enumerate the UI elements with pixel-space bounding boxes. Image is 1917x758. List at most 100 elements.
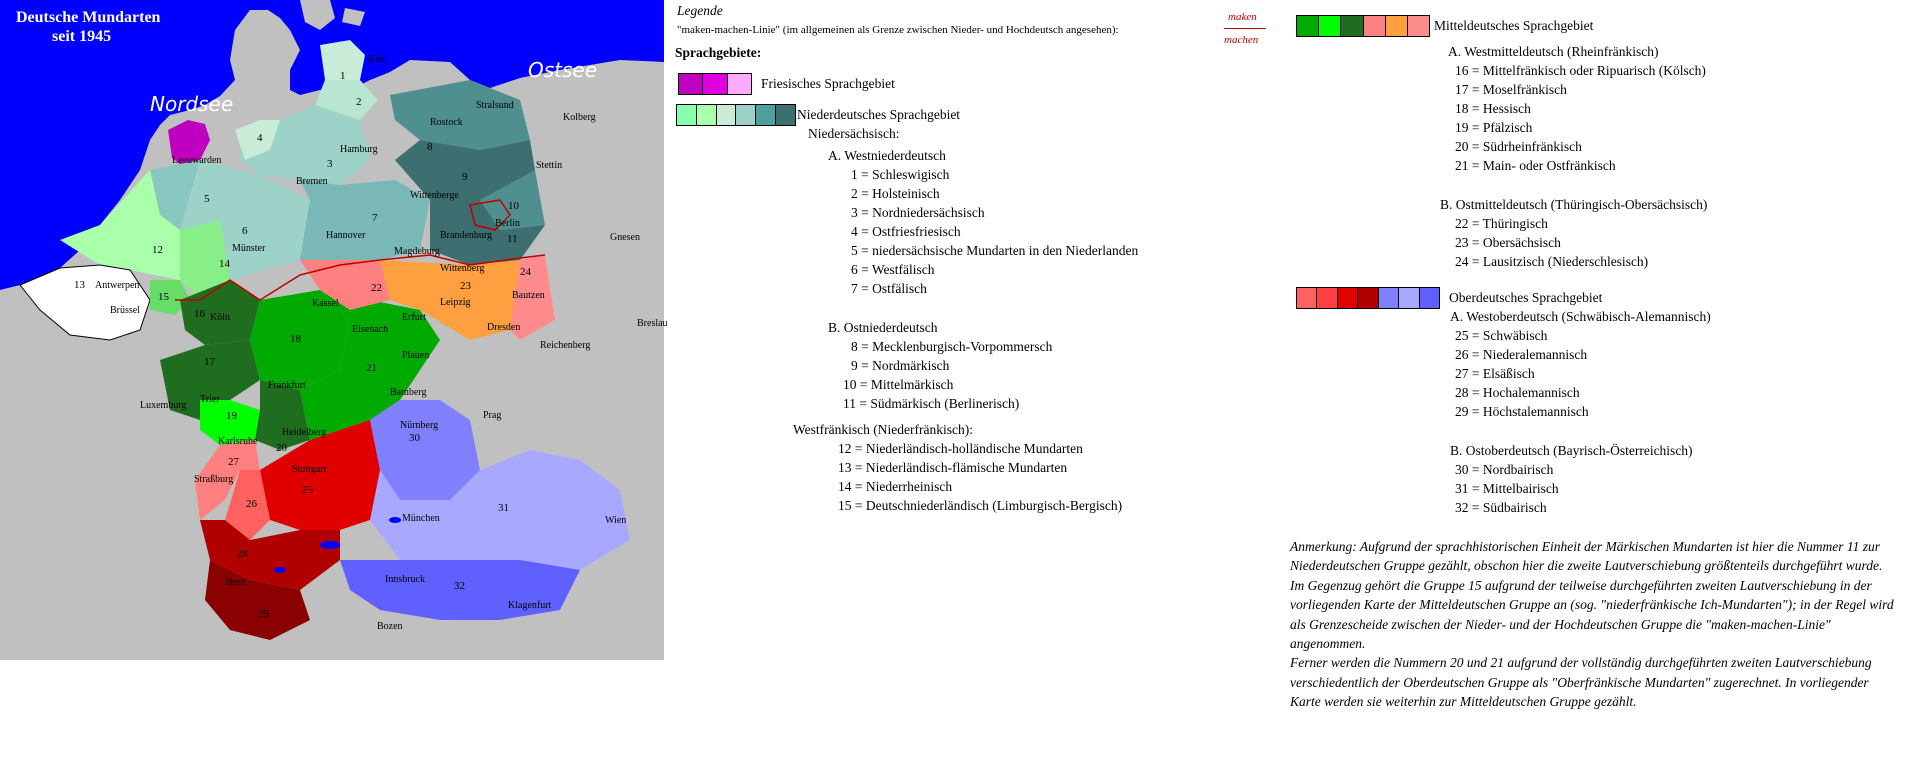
city-label: Dresden xyxy=(487,322,521,333)
legend-item-22: 22 = Thüringisch xyxy=(1455,216,1548,231)
legend-item-4: 4 = Ostfriesfriesisch xyxy=(851,224,961,239)
city-label: Kiel xyxy=(368,54,386,65)
city-label: Breslau xyxy=(637,318,668,329)
machen-label: machen xyxy=(1224,34,1259,46)
swatch-mitteldeutsch xyxy=(1296,15,1430,37)
maken-machen-caption: "maken-machen-Linie" (im allgemeinen als… xyxy=(677,24,1119,36)
city-label: Stettin xyxy=(536,160,563,171)
city-label: Karlsruhe xyxy=(218,436,258,447)
region-number: 6 xyxy=(242,225,248,237)
city-label: Kassel xyxy=(312,298,339,309)
legend-westniederdeutsch: A. Westniederdeutsch xyxy=(828,148,946,163)
city-label: Klagenfurt xyxy=(508,600,552,611)
city-label: Berlin xyxy=(495,218,520,229)
city-label: Straßburg xyxy=(194,474,234,485)
city-label: Hamburg xyxy=(340,144,378,155)
legend-item-9: 9 = Nordmärkisch xyxy=(851,358,950,373)
region-number: 23 xyxy=(460,280,471,292)
legend-item-11: 11 = Südmärkisch (Berlinerisch) xyxy=(843,396,1020,411)
legend-item-29: 29 = Höchstalemannisch xyxy=(1455,404,1589,419)
legend-item-24: 24 = Lausitzisch (Niederschlesisch) xyxy=(1455,254,1649,269)
legend-item-16: 16 = Mittelfränkisch oder Ripuarisch (Kö… xyxy=(1455,63,1706,78)
legend-westoberdeutsch: A. Westoberdeutsch (Schwäbisch-Alemannis… xyxy=(1450,309,1711,324)
city-label: Stuttgart xyxy=(292,464,327,475)
legend-item-23: 23 = Obersächsisch xyxy=(1455,235,1561,250)
legend-item-12: 12 = Niederländisch-holländische Mundart… xyxy=(838,441,1083,456)
legend-westmitteldeutsch: A. Westmitteldeutsch (Rheinfränkisch) xyxy=(1448,44,1659,59)
city-label: Erfurt xyxy=(402,312,426,323)
region-number: 5 xyxy=(204,193,210,205)
legend-niedersaechsisch: Niedersächsisch: xyxy=(808,126,900,141)
legend-item-15: 15 = Deutschniederländisch (Limburgisch-… xyxy=(838,498,1123,513)
legend-item-10: 10 = Mittelmärkisch xyxy=(843,377,954,392)
legend-ostoberdeutsch: B. Ostoberdeutsch (Bayrisch-Österreichis… xyxy=(1450,443,1693,458)
region-number: 19 xyxy=(226,410,237,422)
region-number: 3 xyxy=(327,158,333,170)
legend-item-3: 3 = Nordniedersächsisch xyxy=(851,205,985,220)
region-number: 24 xyxy=(520,266,531,278)
city-label: Plauen xyxy=(402,350,430,361)
region-number: 11 xyxy=(507,233,518,245)
city-label: Bern xyxy=(226,577,246,588)
legend-item-1: 1 = Schleswigisch xyxy=(851,167,950,182)
city-label: Gnesen xyxy=(610,232,640,243)
region-number: 4 xyxy=(257,132,263,144)
region-number: 26 xyxy=(246,498,257,510)
city-label: Eisenach xyxy=(352,324,389,335)
note-paragraph-2: Ferner werden die Nummern 20 und 21 aufg… xyxy=(1290,655,1872,710)
legend-item-5: 5 = niedersächsische Mundarten in den Ni… xyxy=(851,243,1139,258)
region-number: 20 xyxy=(276,442,287,454)
legend-item-30: 30 = Nordbairisch xyxy=(1455,462,1554,477)
annotation-note: Anmerkung: Aufgrund der sprachhistorisch… xyxy=(1290,537,1900,712)
region-number: 27 xyxy=(228,456,239,468)
city-label: Wittenberg xyxy=(440,263,485,274)
city-label: München xyxy=(402,513,440,524)
legend-item-32: 32 = Südbairisch xyxy=(1455,500,1547,515)
legend-ostniederdeutsch: B. Ostniederdeutsch xyxy=(828,320,938,335)
region-number: 30 xyxy=(409,432,420,444)
city-label: Heidelberg xyxy=(282,427,327,438)
city-label: Leeuwarden xyxy=(172,155,222,166)
city-label: Köln xyxy=(210,312,230,323)
city-label: Brandenburg xyxy=(440,230,493,241)
legend-item-7: 7 = Ostfälisch xyxy=(851,281,927,296)
region-number: 12 xyxy=(152,244,163,256)
legend-mitteldeutsch: Mitteldeutsches Sprachgebiet xyxy=(1434,18,1594,33)
region-number: 28 xyxy=(237,548,248,560)
legend-item-25: 25 = Schwäbisch xyxy=(1455,328,1548,343)
legend-item-28: 28 = Hochalemannisch xyxy=(1455,385,1580,400)
city-label: Kolberg xyxy=(563,112,596,123)
region-number: 18 xyxy=(290,333,301,345)
legend-niederdeutsch: Niederdeutsches Sprachgebiet xyxy=(797,107,961,122)
maken-machen-legend-line xyxy=(1224,28,1266,29)
city-label: Bremen xyxy=(296,176,328,187)
city-label: Reichenberg xyxy=(540,340,591,351)
region-number: 16 xyxy=(194,308,205,320)
region-number: 2 xyxy=(356,96,362,108)
legend-item-2: 2 = Holsteinisch xyxy=(851,186,940,201)
legend-item-13: 13 = Niederländisch-flämische Mundarten xyxy=(838,460,1068,475)
region-number: 22 xyxy=(371,282,382,294)
sea-label-nordsee: Nordsee xyxy=(150,92,234,116)
region-number: 29 xyxy=(258,608,269,620)
legend-item-19: 19 = Pfälzisch xyxy=(1455,120,1533,135)
city-label: Münster xyxy=(232,243,266,254)
region-number: 13 xyxy=(74,279,85,291)
map-title-line2: seit 1945 xyxy=(52,28,112,45)
city-label: Stralsund xyxy=(476,100,514,111)
city-label: Antwerpen xyxy=(95,280,140,291)
city-label: Magdeburg xyxy=(394,246,440,257)
city-label: Nürnberg xyxy=(400,420,439,431)
city-label: Wittenberge xyxy=(410,190,459,201)
legend-westfraenkisch: Westfränkisch (Niederfränkisch): xyxy=(793,422,973,437)
city-label: Bozen xyxy=(377,621,403,632)
maken-label: maken xyxy=(1228,11,1257,23)
legend-item-20: 20 = Südrheinfränkisch xyxy=(1455,139,1582,154)
dialect-map: Deutsche Mundarten seit 1945 Nordsee Ost… xyxy=(0,0,668,660)
region-number: 8 xyxy=(427,141,433,153)
region-number: 32 xyxy=(454,580,465,592)
note-paragraph-1: Anmerkung: Aufgrund der sprachhistorisch… xyxy=(1290,539,1894,652)
legend-item-8: 8 = Mecklenburgisch-Vorpommersch xyxy=(851,339,1053,354)
legend-item-31: 31 = Mittelbairisch xyxy=(1455,481,1559,496)
map-title: Deutsche Mundarten seit 1945 xyxy=(16,8,160,46)
